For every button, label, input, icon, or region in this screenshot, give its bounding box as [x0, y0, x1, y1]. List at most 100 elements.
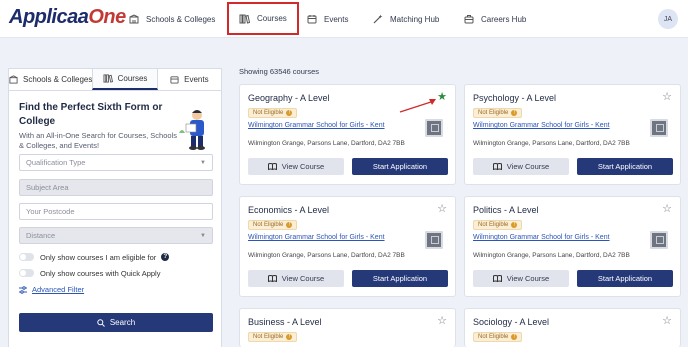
view-course-button[interactable]: View Course [473, 270, 569, 287]
calendar-icon [307, 15, 317, 24]
course-card: Economics - A Level ☆ Not Eligible! Wilm… [239, 196, 456, 297]
book-open-icon [267, 163, 277, 170]
start-application-button[interactable]: Start Application [352, 270, 448, 287]
tab-schools-colleges-label: Schools & Colleges [23, 75, 93, 84]
nav-events-label: Events [324, 14, 349, 24]
course-title[interactable]: Geography - A Level [248, 93, 330, 103]
course-title[interactable]: Sociology - A Level [473, 317, 549, 327]
eligibility-badge-label: Not Eligible [253, 334, 284, 340]
search-button[interactable]: Search [19, 313, 213, 332]
favourite-star-icon[interactable]: ☆ [662, 90, 672, 103]
nav-events[interactable]: Events [307, 0, 348, 38]
eligibility-badge: Not Eligible! [248, 220, 298, 230]
tab-events-label: Events [184, 75, 209, 84]
warning-icon: ! [286, 334, 293, 340]
chevron-down-icon: ▼ [200, 233, 206, 239]
start-application-button[interactable]: Start Application [577, 270, 673, 287]
qualification-type-placeholder: Qualification Type [26, 158, 86, 167]
eligibility-badge-label: Not Eligible [253, 110, 284, 116]
school-address: Wilmington Grange, Parsons Lane, Dartfor… [473, 140, 630, 147]
quick-apply-toggle[interactable] [19, 269, 34, 277]
nav-courses-label: Courses [257, 14, 287, 23]
favourite-star-icon[interactable]: ☆ [437, 314, 447, 327]
start-application-button[interactable]: Start Application [352, 158, 448, 175]
warning-icon: ! [511, 110, 518, 116]
eligibility-badge-label: Not Eligible [253, 222, 284, 228]
view-course-button[interactable]: View Course [473, 158, 569, 175]
chevron-down-icon: ▼ [200, 160, 206, 166]
building-icon [129, 14, 139, 24]
search-icon [97, 318, 105, 327]
book-open-icon [267, 275, 277, 282]
search-button-label: Search [109, 318, 136, 327]
briefcase-icon [464, 15, 474, 24]
advanced-filter-label: Advanced Filter [32, 285, 85, 294]
view-course-button[interactable]: View Course [248, 158, 344, 175]
view-course-button[interactable]: View Course [248, 270, 344, 287]
eligibility-badge-label: Not Eligible [478, 222, 509, 228]
school-logo [425, 119, 443, 137]
eligibility-badge-label: Not Eligible [478, 334, 509, 340]
calendar-icon [170, 76, 179, 84]
books-icon [239, 14, 250, 24]
building-icon [9, 75, 18, 84]
eligibility-badge: Not Eligible! [248, 332, 298, 342]
top-navigation: ApplicaaOne Schools & Colleges Courses E… [0, 0, 688, 38]
books-icon [103, 74, 113, 83]
subject-area-placeholder: Subject Area [26, 183, 69, 192]
tab-schools-colleges[interactable]: Schools & Colleges [9, 69, 92, 90]
course-card: Sociology - A Level ☆ Not Eligible! [464, 308, 681, 347]
favourite-star-icon[interactable]: ☆ [662, 314, 672, 327]
eligible-only-label: Only show courses I am eligible for [40, 252, 157, 262]
warning-icon: ! [511, 334, 518, 340]
annotation-arrow [399, 99, 436, 113]
view-course-label: View Course [506, 162, 550, 171]
school-link[interactable]: Wilmington Grammar School for Girls - Ke… [473, 122, 610, 129]
view-course-label: View Course [281, 162, 325, 171]
panel-description: With an All-in-One Search for Courses, S… [19, 131, 177, 150]
nav-careers-hub[interactable]: Careers Hub [464, 0, 526, 38]
student-reading-illustration [179, 110, 205, 150]
nav-courses[interactable]: Courses [227, 2, 299, 35]
warning-icon: ! [511, 222, 518, 228]
course-title[interactable]: Economics - A Level [248, 205, 329, 215]
eligibility-badge: Not Eligible! [473, 332, 523, 342]
tab-events[interactable]: Events [158, 69, 221, 90]
tab-courses[interactable]: Courses [92, 69, 158, 90]
favourite-star-icon[interactable]: ☆ [662, 202, 672, 215]
school-link[interactable]: Wilmington Grammar School for Girls - Ke… [248, 234, 385, 241]
advanced-filter-link[interactable]: Advanced Filter [19, 285, 84, 294]
subject-area-select[interactable]: Subject Area [19, 179, 213, 196]
postcode-input[interactable]: Your Postcode [19, 203, 213, 220]
distance-select[interactable]: Distance ▼ [19, 227, 213, 244]
nav-schools-colleges[interactable]: Schools & Colleges [129, 0, 215, 38]
panel-title: Find the Perfect Sixth Form or College [19, 102, 163, 127]
school-link[interactable]: Wilmington Grammar School for Girls - Ke… [473, 234, 610, 241]
search-panel: Schools & Colleges Courses Events Find t… [8, 68, 222, 347]
search-tabs: Schools & Colleges Courses Events [9, 69, 221, 91]
sliders-icon [19, 285, 27, 294]
school-logo [650, 119, 668, 137]
eligibility-badge: Not Eligible! [473, 220, 523, 230]
start-application-button[interactable]: Start Application [577, 158, 673, 175]
warning-icon: ! [286, 222, 293, 228]
school-address: Wilmington Grange, Parsons Lane, Dartfor… [248, 252, 405, 259]
eligible-only-toggle[interactable] [19, 253, 34, 261]
help-icon[interactable]: ? [161, 253, 170, 261]
nav-matching-hub[interactable]: Matching Hub [373, 0, 439, 38]
course-title[interactable]: Psychology - A Level [473, 93, 556, 103]
quick-apply-toggle-row: Only show courses with Quick Apply [19, 267, 160, 279]
qualification-type-select[interactable]: Qualification Type ▼ [19, 154, 213, 171]
favourite-star-icon[interactable]: ☆ [437, 202, 447, 215]
book-open-icon [492, 163, 502, 170]
course-card: Psychology - A Level ☆ Not Eligible! Wil… [464, 84, 681, 185]
course-title[interactable]: Business - A Level [248, 317, 322, 327]
eligibility-badge-label: Not Eligible [478, 110, 509, 116]
applicaa-one-logo[interactable]: ApplicaaOne [9, 6, 126, 29]
school-link[interactable]: Wilmington Grammar School for Girls - Ke… [248, 122, 385, 129]
warning-icon: ! [286, 110, 293, 116]
course-card: Politics - A Level ☆ Not Eligible! Wilmi… [464, 196, 681, 297]
course-title[interactable]: Politics - A Level [473, 205, 539, 215]
user-avatar[interactable]: JA [658, 9, 678, 29]
eligibility-badge: Not Eligible! [248, 108, 298, 118]
